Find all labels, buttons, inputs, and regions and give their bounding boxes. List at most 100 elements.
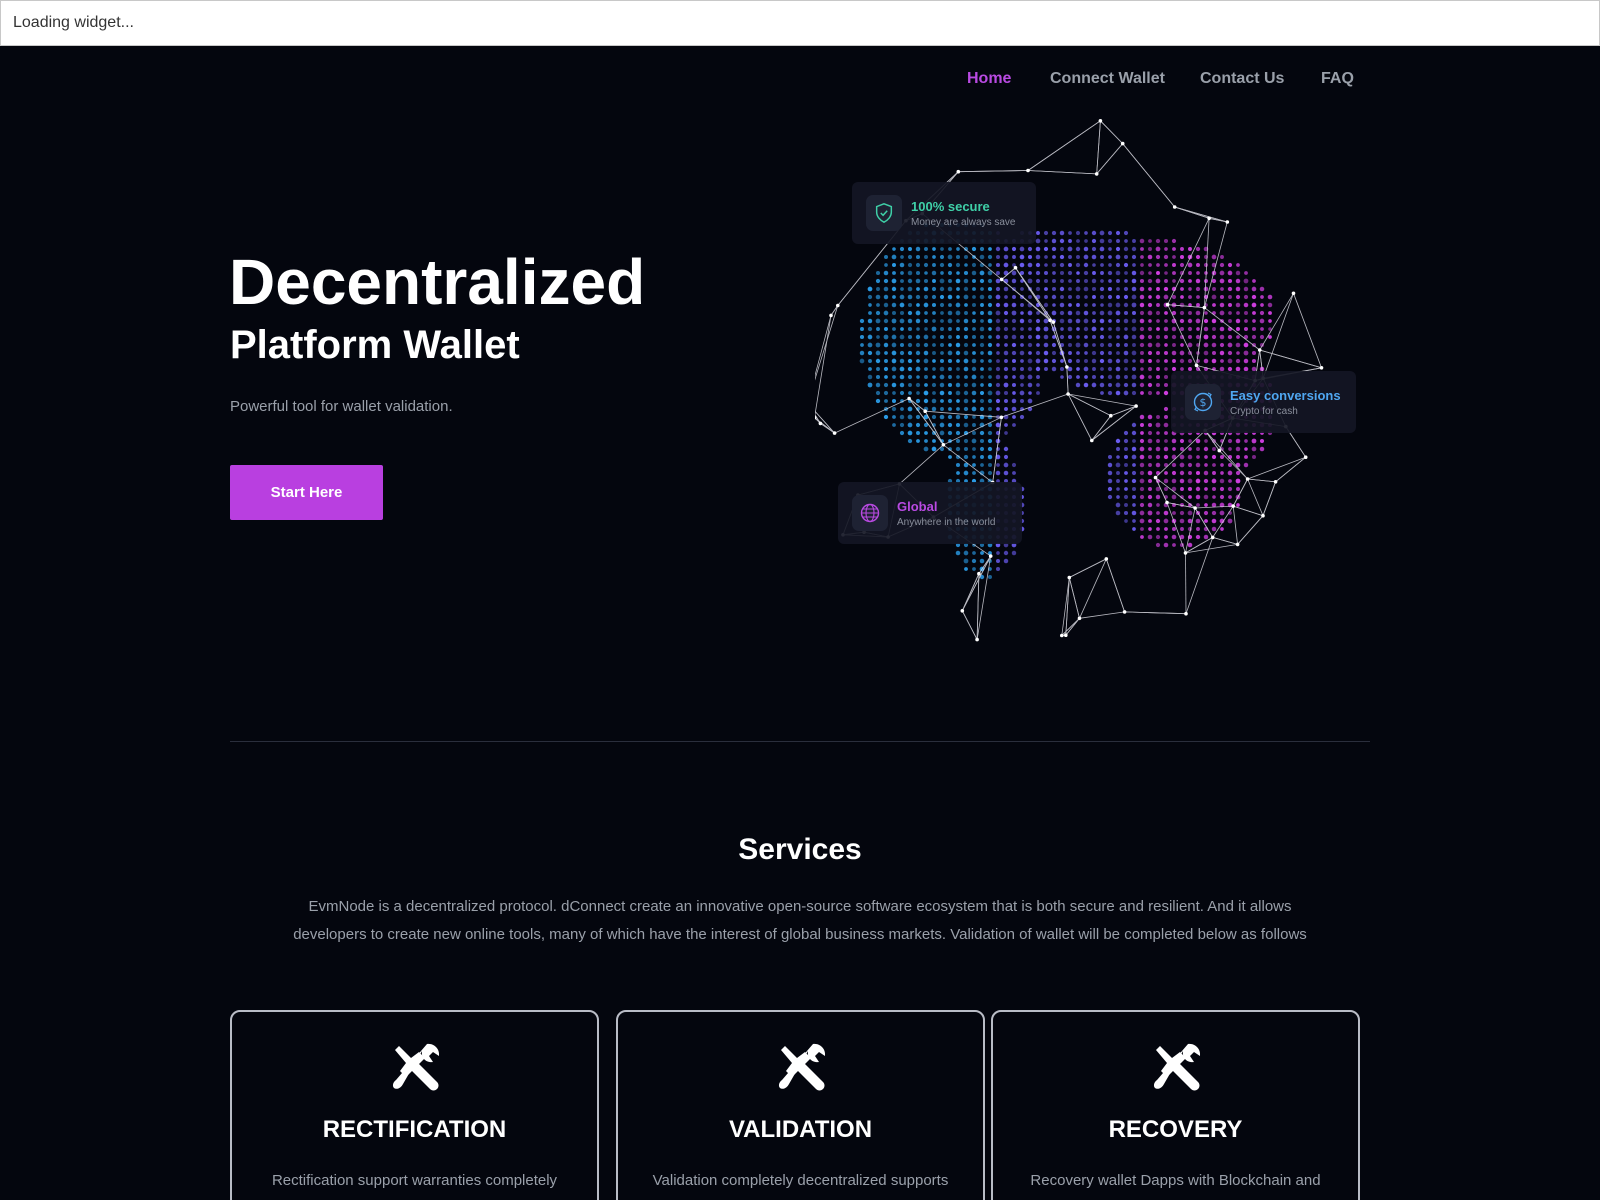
globe-dot: [1003, 286, 1009, 292]
service-card-validation[interactable]: VALIDATION Validation completely decentr…: [616, 1010, 985, 1200]
globe-dot: [1132, 503, 1136, 507]
mesh-line: [1105, 558, 1125, 613]
mesh-node: [818, 421, 823, 426]
globe-dot: [1035, 294, 1041, 300]
globe-dot: [987, 446, 993, 452]
globe-dot: [1211, 526, 1217, 532]
globe-dot: [972, 351, 976, 355]
globe-dot: [1116, 447, 1120, 451]
mesh-node: [1060, 633, 1064, 638]
globe-dot: [859, 334, 865, 340]
globe-dot: [1148, 519, 1152, 523]
globe-dot: [1219, 494, 1225, 500]
globe-dot: [916, 375, 920, 379]
globe-dot: [916, 287, 920, 291]
globe-dot: [1051, 350, 1057, 356]
globe-dot: [1019, 350, 1025, 356]
globe-dot: [987, 414, 993, 420]
globe-dot: [892, 415, 896, 419]
globe-dot: [956, 247, 960, 251]
globe-dot: [979, 398, 985, 404]
globe-dot: [1028, 271, 1032, 275]
globe-dot: [900, 255, 904, 259]
globe-dot: [1164, 527, 1168, 531]
globe-dot: [1091, 246, 1097, 252]
mesh-node: [1217, 448, 1222, 453]
globe-dot: [1227, 270, 1233, 276]
globe-dot: [1020, 303, 1024, 307]
globe-dot: [1179, 358, 1185, 364]
service-card-recovery[interactable]: RECOVERY Recovery wallet Dapps with Bloc…: [991, 1010, 1360, 1200]
globe-dot: [1163, 390, 1169, 396]
globe-dot: [1188, 279, 1192, 283]
globe-dot: [939, 278, 945, 284]
globe-dot: [1051, 278, 1057, 284]
globe-dot: [1011, 270, 1017, 276]
globe-dot: [1188, 271, 1192, 275]
nav-connect-wallet-link[interactable]: Connect Wallet: [1050, 70, 1165, 88]
globe-dot: [939, 334, 945, 340]
globe-dot: [987, 254, 993, 260]
globe-dot: [1204, 503, 1208, 507]
globe-dot: [1236, 487, 1240, 491]
globe-dot: [1139, 454, 1145, 460]
globe-dot: [915, 350, 921, 356]
mesh-node: [1183, 551, 1188, 555]
service-card-rectification[interactable]: RECTIFICATION Rectification support warr…: [230, 1010, 599, 1200]
globe-dot: [1211, 478, 1217, 484]
globe-dot: [1180, 343, 1184, 347]
globe-dot: [907, 414, 913, 420]
globe-dot: [1123, 294, 1129, 300]
mesh-node: [1104, 557, 1109, 561]
mesh-line: [1027, 170, 1097, 175]
globe-dot: [1228, 311, 1232, 315]
globe-dot: [1059, 238, 1065, 244]
nav-contact-us-link[interactable]: Contact Us: [1200, 70, 1284, 88]
globe-dot: [1212, 287, 1216, 291]
start-here-button[interactable]: Start Here: [230, 465, 383, 520]
globe-dot: [940, 343, 944, 347]
globe-dot: [1099, 238, 1105, 244]
globe-dot: [947, 270, 953, 276]
globe-dot: [915, 414, 921, 420]
globe-dot: [1108, 351, 1112, 355]
globe-dot: [1164, 487, 1168, 491]
globe-dot: [1083, 286, 1089, 292]
globe-dot: [1131, 310, 1137, 316]
globe-dot: [963, 334, 969, 340]
globe-dot: [1051, 310, 1057, 316]
globe-dot: [900, 279, 904, 283]
globe-dot: [1179, 254, 1185, 260]
globe-dot: [1139, 310, 1145, 316]
globe-dot: [1059, 302, 1065, 308]
globe-dot: [1035, 254, 1041, 260]
globe-dot: [892, 423, 896, 427]
globe-dot: [1172, 543, 1176, 547]
mesh-node: [1090, 438, 1094, 443]
globe-dot: [1219, 478, 1225, 484]
nav-faq-link[interactable]: FAQ: [1321, 70, 1354, 88]
globe-dot: [1067, 270, 1073, 276]
globe-dot: [1211, 342, 1217, 348]
globe-dot: [1140, 431, 1144, 435]
globe-dot: [1115, 318, 1121, 324]
globe-dot: [1203, 510, 1209, 516]
globe-dot: [1100, 375, 1104, 379]
globe-dot: [931, 302, 937, 308]
mesh-line: [1079, 611, 1125, 619]
mesh-node: [1048, 318, 1052, 323]
globe-dot: [916, 391, 920, 395]
globe-dot: [1139, 478, 1145, 484]
globe-dot: [1140, 263, 1144, 267]
globe-dot: [1148, 263, 1152, 267]
globe-dot: [1099, 286, 1105, 292]
globe-dot: [987, 278, 993, 284]
globe-dot: [876, 303, 880, 307]
globe-dot: [1084, 359, 1088, 363]
globe-dot: [1139, 422, 1145, 428]
globe-dot: [1083, 278, 1089, 284]
nav-home-link[interactable]: Home: [967, 70, 1011, 88]
globe-dot: [1091, 374, 1097, 380]
globe-dot: [1027, 374, 1033, 380]
globe-dot: [1115, 510, 1121, 516]
